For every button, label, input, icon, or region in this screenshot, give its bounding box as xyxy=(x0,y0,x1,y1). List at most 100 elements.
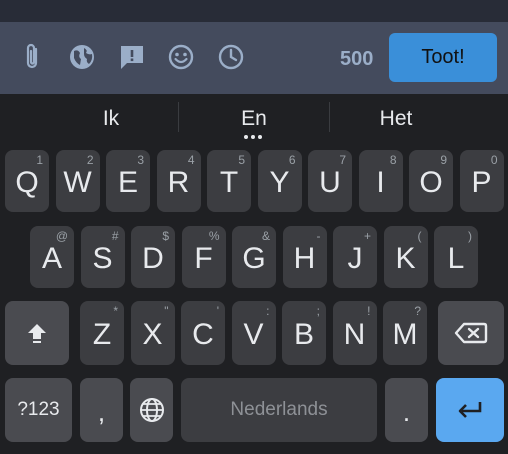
key-label: T xyxy=(219,166,239,199)
key-hint: 3 xyxy=(137,153,144,167)
key-hint: 1 xyxy=(36,153,43,167)
key-g[interactable]: & G xyxy=(232,226,276,288)
key-label: M xyxy=(392,318,418,351)
globe-icon[interactable] xyxy=(67,42,97,72)
key-hint: 5 xyxy=(238,153,245,167)
key-o[interactable]: 9O xyxy=(409,150,453,212)
key-z[interactable]: * Z xyxy=(80,301,124,365)
key-hint: ) xyxy=(468,229,472,243)
key-label: D xyxy=(142,242,164,275)
enter-icon xyxy=(458,402,482,418)
key-hint: 0 xyxy=(490,153,498,167)
key-u[interactable]: 7U xyxy=(308,150,352,212)
key-label: B xyxy=(293,318,314,351)
toot-button[interactable]: Toot! xyxy=(389,33,497,82)
key-hint: ' xyxy=(216,304,219,318)
key-label: S xyxy=(92,242,113,275)
shift-key[interactable] xyxy=(5,301,69,365)
key-n[interactable]: ! N xyxy=(332,301,377,365)
suggestion-en[interactable]: En xyxy=(179,106,329,132)
key-hint: + xyxy=(363,229,371,243)
key-w[interactable]: 2W xyxy=(55,150,100,212)
key-l[interactable]: ) L xyxy=(434,226,478,288)
emoji-icon[interactable] xyxy=(166,42,196,72)
key-label: H xyxy=(293,242,316,275)
symbols-key[interactable]: ?123 xyxy=(5,378,72,442)
key-f[interactable]: % F xyxy=(181,226,226,288)
key-hint: 8 xyxy=(389,153,397,167)
key-hint: : xyxy=(266,304,270,318)
key-x[interactable]: " X xyxy=(130,301,175,365)
key-v[interactable]: :V xyxy=(231,301,276,365)
shift-icon xyxy=(28,324,46,343)
key-hint: 4 xyxy=(187,153,195,167)
key-label: W xyxy=(63,166,92,199)
suggestion-het[interactable]: Het xyxy=(321,106,471,132)
globe-icon xyxy=(139,398,164,422)
comma-key-label: , xyxy=(97,396,106,427)
space-bar-label: Nederlands xyxy=(230,399,328,420)
key-hint: ; xyxy=(316,304,320,318)
key-hint: - xyxy=(316,229,321,243)
key-y[interactable]: 6Y xyxy=(257,150,302,212)
key-r[interactable]: 4R xyxy=(156,150,201,212)
key-k[interactable]: (K xyxy=(383,226,428,288)
key-label: P xyxy=(471,166,492,199)
key-label: V xyxy=(243,318,264,351)
key-hint: $ xyxy=(162,229,169,243)
enter-key[interactable] xyxy=(436,378,504,442)
key-hint: ? xyxy=(414,304,421,318)
period-key-label: . xyxy=(402,396,411,427)
key-t[interactable]: 5T xyxy=(207,150,251,212)
backspace-icon xyxy=(454,322,488,344)
paperclip-icon[interactable] xyxy=(18,42,48,72)
key-hint: ( xyxy=(417,229,422,243)
clock-icon[interactable] xyxy=(216,42,246,72)
key-label: K xyxy=(395,242,416,275)
key-label: F xyxy=(194,242,213,275)
symbols-key-label: ?123 xyxy=(17,399,60,420)
key-d[interactable]: $ D xyxy=(131,226,175,288)
comma-key[interactable]: , xyxy=(80,378,123,442)
key-label: Z xyxy=(92,318,112,351)
more-suggestions-icon[interactable] xyxy=(244,135,264,139)
key-c[interactable]: ' C xyxy=(181,301,225,365)
period-key[interactable]: . xyxy=(385,378,428,442)
content-warning-icon[interactable] xyxy=(117,42,147,72)
key-label: L xyxy=(447,242,465,275)
key-label: I xyxy=(376,166,385,199)
backspace-key[interactable] xyxy=(438,301,504,365)
key-j[interactable]: + J xyxy=(333,226,377,288)
key-hint: * xyxy=(113,304,118,318)
space-bar[interactable]: Nederlands xyxy=(181,378,377,442)
key-s[interactable]: # S xyxy=(80,226,125,288)
key-label: Y xyxy=(269,166,290,199)
key-hint: ! xyxy=(367,304,371,318)
suggestion-ik[interactable]: Ik xyxy=(36,106,186,132)
key-label: G xyxy=(242,242,266,275)
key-label: E xyxy=(117,166,138,199)
key-hint: 7 xyxy=(339,153,346,167)
compose-toolbar: 500 Toot! xyxy=(0,22,508,94)
key-h[interactable]: -H xyxy=(282,226,327,288)
key-q[interactable]: 1Q xyxy=(5,150,49,212)
character-counter: 500 xyxy=(340,48,374,70)
key-e[interactable]: 3E xyxy=(106,150,150,212)
key-a[interactable]: @ A xyxy=(30,226,74,288)
key-label: U xyxy=(319,166,341,199)
key-hint: 2 xyxy=(86,153,94,167)
key-hint: % xyxy=(208,229,220,243)
key-label: X xyxy=(142,318,163,351)
onscreen-keyboard: Ik En Het 1Q2W3E4R5T6Y7U8I9O0P @ A # S $ D% F &… xyxy=(0,94,508,454)
key-hint: " xyxy=(164,304,169,318)
key-label: N xyxy=(343,318,366,351)
key-hint: # xyxy=(111,229,119,243)
key-label: J xyxy=(347,242,363,275)
key-b[interactable]: ; B xyxy=(282,301,326,365)
key-i[interactable]: 8I xyxy=(358,150,403,212)
key-label: Q xyxy=(15,166,39,199)
language-key[interactable] xyxy=(130,378,173,442)
status-strip xyxy=(0,0,508,22)
key-m[interactable]: ? M xyxy=(383,301,427,365)
key-p[interactable]: 0P xyxy=(459,150,504,212)
